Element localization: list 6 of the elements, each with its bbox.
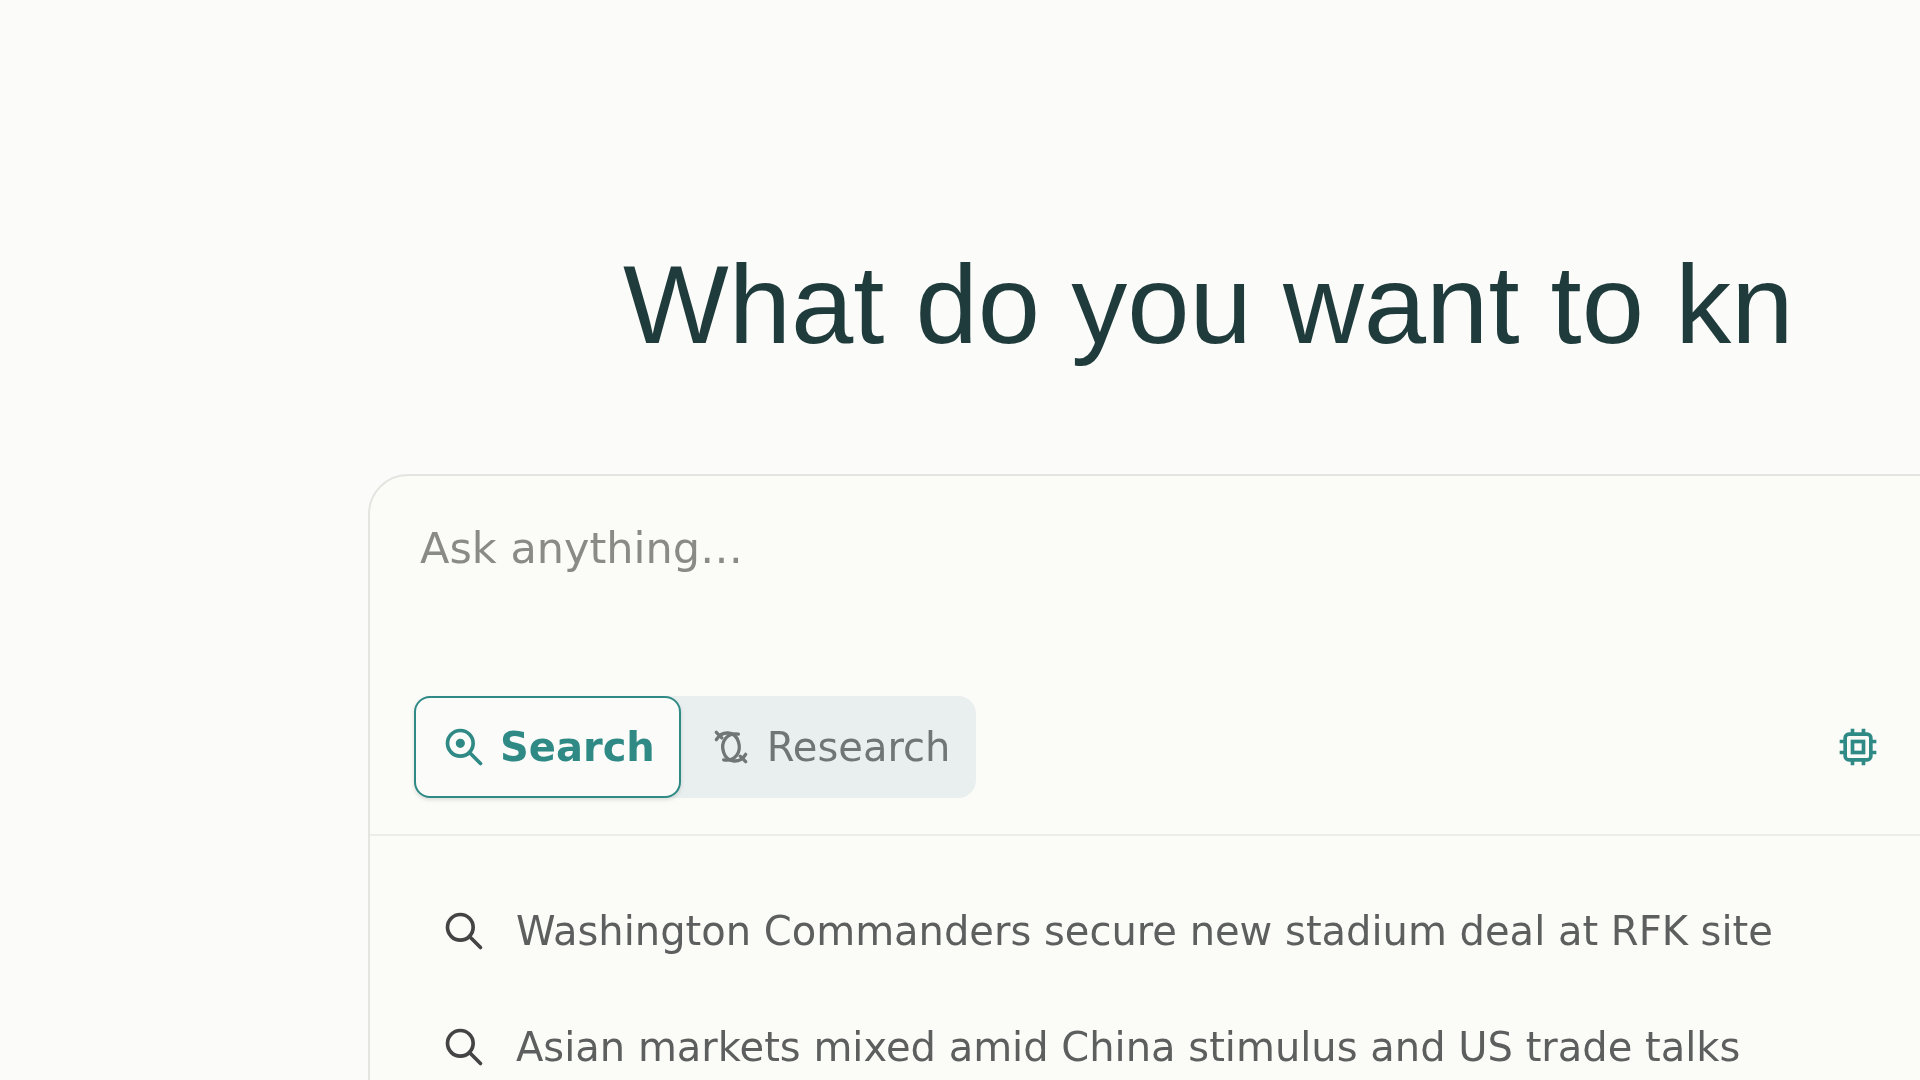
page-heading: What do you want to kn [623, 241, 1795, 369]
mode-tab[interactable]: Research [680, 696, 977, 798]
suggestion-text: Asian markets mixed amid China stimulus and US trade talks [516, 1024, 1741, 1070]
ask-input[interactable]: Ask anything… [420, 518, 1320, 578]
mode-tab[interactable]: Search [414, 696, 681, 798]
suggestion-item[interactable]: Asian markets mixed amid China stimulus and US trade talks [442, 1024, 1920, 1070]
